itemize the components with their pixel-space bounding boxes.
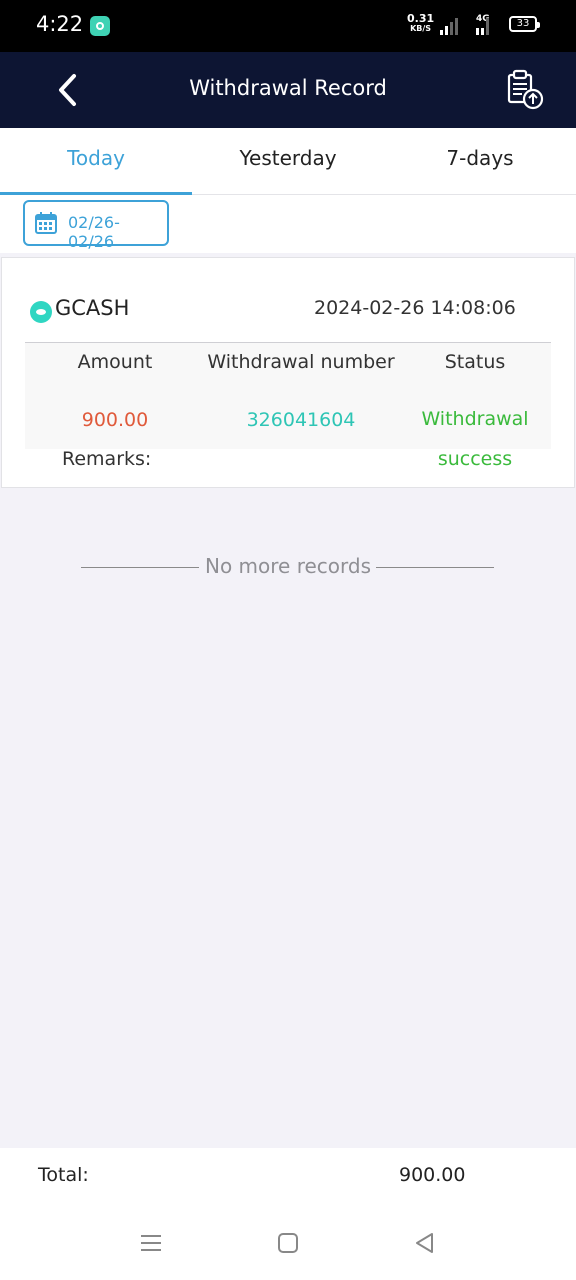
date-tabs: Today Yesterday 7-days — [0, 128, 576, 195]
no-more-records-text: No more records — [204, 554, 372, 578]
gcash-logo-icon — [30, 301, 52, 323]
square-icon — [278, 1233, 298, 1253]
app-notification-icon — [90, 16, 110, 36]
tab-yesterday[interactable]: Yesterday — [192, 128, 384, 194]
calendar-icon — [35, 212, 57, 234]
network-speed-value: 0.31 — [407, 12, 435, 25]
triangle-back-icon — [416, 1233, 433, 1253]
total-value: 900.00 — [399, 1164, 466, 1186]
no-more-records: No more records — [0, 548, 576, 588]
withdrawal-number-header: Withdrawal number — [207, 351, 395, 373]
divider — [376, 567, 494, 568]
withdrawal-number-value: 326041604 — [246, 409, 356, 431]
status-value: Withdrawal success — [409, 399, 541, 479]
tab-7-days[interactable]: 7-days — [384, 128, 576, 194]
back-nav-button[interactable] — [410, 1228, 440, 1258]
total-label: Total: — [38, 1164, 89, 1186]
date-range-text: 02/26- 02/26 — [68, 213, 120, 251]
network-speed-unit: KB/S — [410, 24, 432, 33]
record-details: Amount Withdrawal number Status 900.00 3… — [25, 342, 551, 470]
signal-4g-icon — [471, 17, 491, 35]
battery-icon: 33 — [509, 16, 540, 32]
amount-value: 900.00 — [81, 409, 149, 431]
payment-method: GCASH — [55, 296, 130, 320]
tab-today[interactable]: Today — [0, 128, 192, 195]
signal-icon — [440, 17, 460, 35]
total-bar: Total: 900.00 — [0, 1148, 576, 1206]
remarks-label: Remarks: — [62, 448, 152, 470]
date-filter-row: 02/26- 02/26 — [0, 195, 576, 253]
menu-icon — [141, 1235, 161, 1251]
home-button[interactable] — [273, 1228, 303, 1258]
record-datetime: 2024-02-26 14:08:06 — [314, 297, 516, 319]
amount-header: Amount — [77, 351, 153, 373]
network-speed: 0.31 KB/S — [407, 12, 435, 34]
status-header: Status — [444, 351, 506, 373]
page-title: Withdrawal Record — [189, 76, 387, 100]
status-line-1: Withdrawal — [421, 408, 529, 430]
upload-record-button[interactable] — [502, 66, 548, 116]
status-time: 4:22 — [36, 12, 84, 36]
system-nav-bar — [0, 1206, 576, 1280]
clipboard-upload-icon — [507, 69, 544, 110]
date-range-button[interactable]: 02/26- 02/26 — [23, 200, 169, 251]
status-line-2: success — [437, 448, 513, 470]
app-header: Withdrawal Record — [0, 52, 576, 128]
recent-apps-button[interactable] — [136, 1228, 166, 1258]
battery-level: 33 — [516, 18, 530, 29]
withdrawal-record-card[interactable]: GCASH 2024-02-26 14:08:06 Amount Withdra… — [2, 258, 574, 487]
status-bar: 4:22 0.31 KB/S 4G 33 — [0, 0, 576, 52]
